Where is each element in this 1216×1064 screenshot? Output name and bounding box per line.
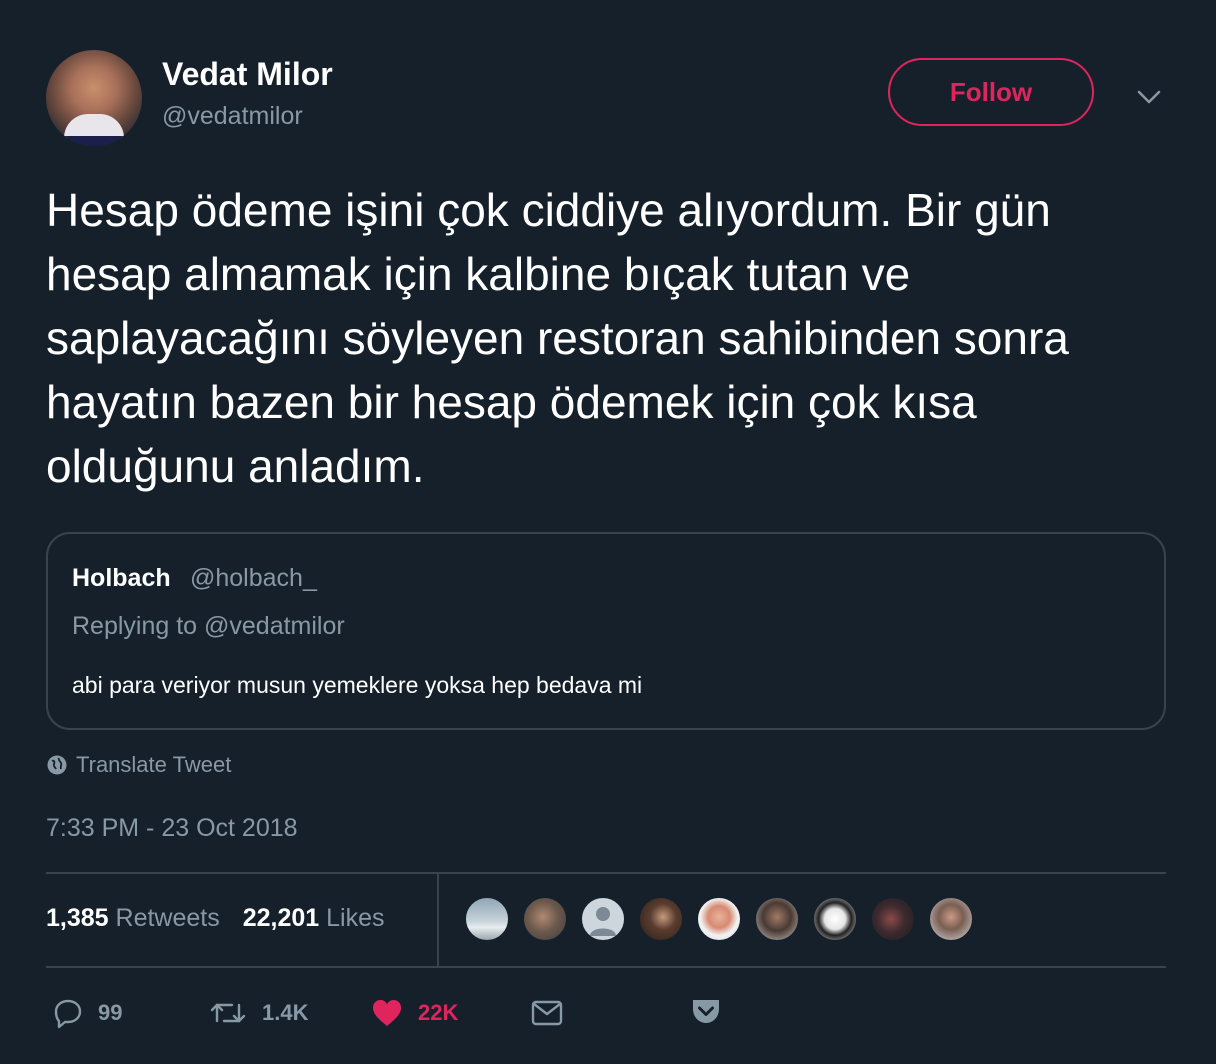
quoted-tweet-text: abi para veriyor musun yemeklere yoksa h… <box>72 672 643 698</box>
translate-tweet-label: Translate Tweet <box>76 752 232 777</box>
likes-stat[interactable]: 22,201 Likes <box>243 904 385 932</box>
liker-avatar[interactable] <box>522 896 568 942</box>
tweet-timestamp[interactable]: 7:33 PM - 23 Oct 2018 <box>46 814 298 843</box>
liker-avatar[interactable] <box>464 896 510 942</box>
quoted-tweet[interactable]: Holbach @holbach_ Replying to @vedatmilo… <box>46 532 1166 730</box>
retweets-count: 1,385 <box>46 904 109 932</box>
liker-avatar[interactable] <box>812 896 858 942</box>
reply-action[interactable]: 99 <box>52 990 122 1036</box>
divider-top <box>46 872 1166 874</box>
likes-count: 22,201 <box>242 904 320 932</box>
author-handle[interactable]: @vedatmilor <box>162 102 303 131</box>
retweets-stat[interactable]: 1,385 Retweets <box>46 904 220 932</box>
stats-vertical-divider <box>437 872 439 966</box>
liker-avatar[interactable] <box>638 896 684 942</box>
like-count: 22K <box>418 1000 459 1025</box>
liker-avatar[interactable] <box>870 896 916 942</box>
quoted-author-handle: @holbach_ <box>190 564 317 592</box>
reply-icon <box>54 999 82 1029</box>
engagement-stats: 1,385 Retweets 22,201 Likes <box>46 904 384 933</box>
liker-avatar[interactable] <box>928 896 974 942</box>
retweet-icon <box>210 1003 246 1023</box>
retweets-label: Retweets <box>115 904 220 932</box>
globe-icon <box>47 755 67 775</box>
retweet-count: 1.4K <box>262 1000 309 1025</box>
message-icon[interactable] <box>530 996 564 1030</box>
default-profile-icon <box>590 907 616 936</box>
retweet-action[interactable]: 1.4K <box>208 990 308 1036</box>
liker-avatar[interactable] <box>696 896 742 942</box>
author-display-name[interactable]: Vedat Milor <box>162 56 333 93</box>
like-action[interactable]: 22K <box>370 990 458 1036</box>
divider-bottom <box>46 966 1166 968</box>
chevron-down-icon[interactable] <box>1136 88 1162 106</box>
reply-count: 99 <box>98 1000 123 1025</box>
quoted-replying-to: Replying to @vedatmilor <box>72 612 345 640</box>
likes-label: Likes <box>326 904 385 932</box>
follow-button[interactable]: Follow <box>888 58 1094 126</box>
pocket-icon[interactable] <box>690 996 722 1026</box>
author-avatar[interactable] <box>46 50 142 146</box>
quoted-author-name: Holbach <box>72 564 171 592</box>
translate-tweet-link[interactable]: Translate Tweet <box>46 752 231 778</box>
liker-avatar[interactable] <box>580 896 626 942</box>
tweet-text: Hesap ödeme işini çok ciddiye alıyordum.… <box>46 184 1069 492</box>
liker-avatar[interactable] <box>754 896 800 942</box>
heart-icon <box>373 1000 401 1026</box>
